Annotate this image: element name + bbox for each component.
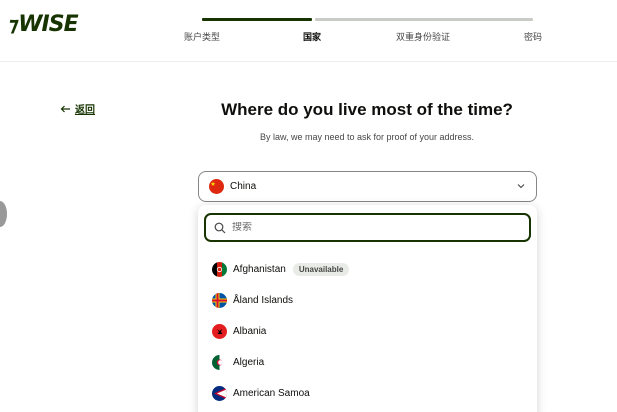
algeria-flag-icon <box>212 354 227 370</box>
american-samoa-flag-icon <box>212 385 227 401</box>
search-icon <box>214 222 226 233</box>
country-dropdown: Afghanistan Unavailable Åland Islands Al… <box>198 205 537 412</box>
option-aland-islands[interactable]: Åland Islands <box>212 291 293 309</box>
afghanistan-flag-icon <box>212 261 227 277</box>
step-country: 国家 <box>303 32 322 42</box>
step-two-factor: 双重身份验证 <box>396 32 451 42</box>
option-label: Algeria <box>233 356 265 368</box>
unavailable-badge: Unavailable <box>292 262 350 276</box>
page-subtitle: By law, we may need to ask for proof of … <box>259 132 475 142</box>
search-input[interactable] <box>232 222 512 233</box>
option-label: Afghanistan <box>233 263 286 275</box>
chevron-down-icon <box>517 184 525 189</box>
country-select[interactable]: China <box>198 171 537 202</box>
logo-mark: ⁊ <box>8 12 18 36</box>
albania-flag-icon <box>212 323 227 339</box>
step-password: 密码 <box>524 32 543 42</box>
selected-country: China <box>230 181 257 192</box>
step-bar-account-type <box>202 18 312 21</box>
side-edge-control <box>0 201 7 227</box>
option-american-samoa[interactable]: American Samoa <box>212 384 310 402</box>
search-field[interactable] <box>204 213 531 242</box>
page-title: Where do you live most of the time? <box>221 100 513 119</box>
aland-flag-icon <box>212 292 227 308</box>
step-account-type: 账户类型 <box>184 32 221 42</box>
wise-logo[interactable]: ⁊WISE <box>8 12 79 37</box>
option-afghanistan[interactable]: Afghanistan Unavailable <box>212 260 350 278</box>
option-label: Åland Islands <box>233 294 294 306</box>
step-bar-remaining <box>315 18 533 21</box>
option-albania[interactable]: Albania <box>212 322 266 340</box>
logo-text: WISE <box>18 12 78 37</box>
china-flag-icon <box>209 179 224 194</box>
top-header: ⁊WISE 账户类型 国家 双重身份验证 密码 <box>0 0 617 62</box>
option-label: Albania <box>233 325 267 337</box>
option-label: American Samoa <box>233 387 310 399</box>
option-algeria[interactable]: Algeria <box>212 353 264 371</box>
